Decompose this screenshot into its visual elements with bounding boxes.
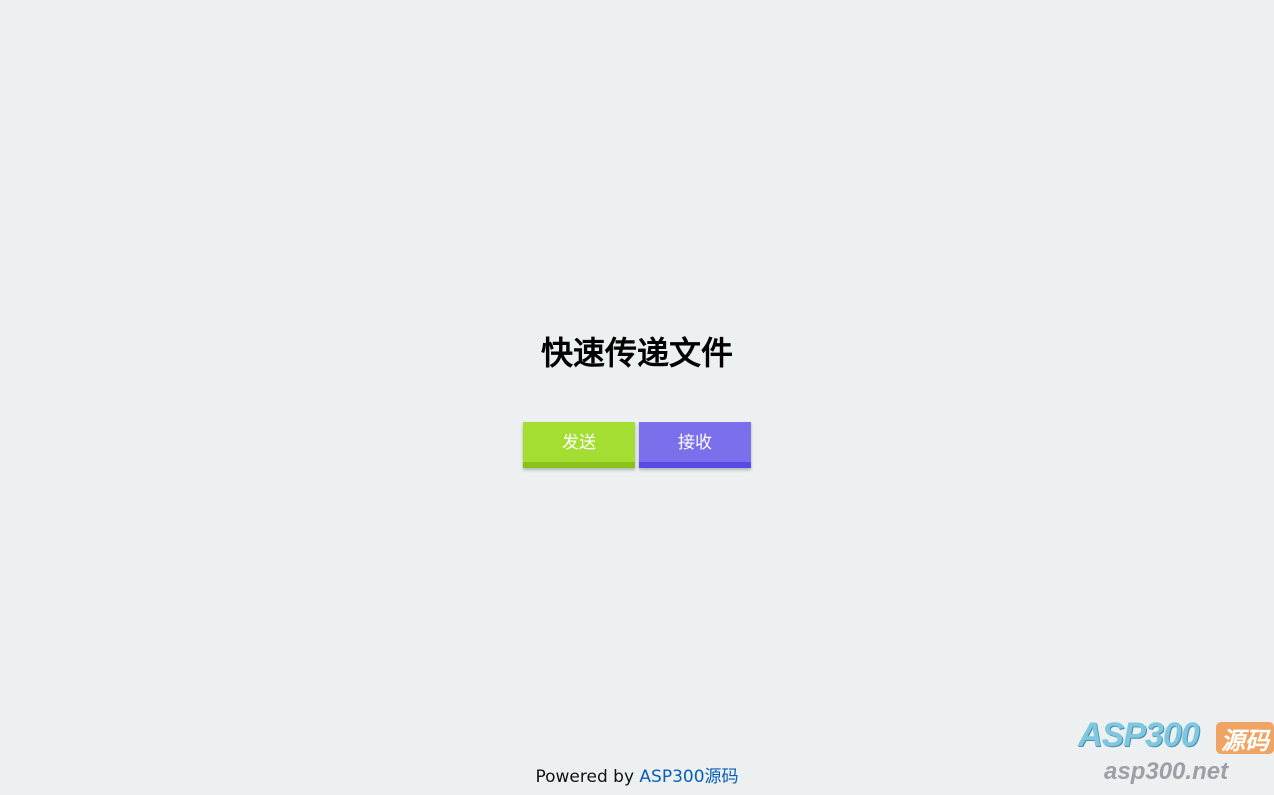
footer-link[interactable]: ASP300源码 — [639, 767, 738, 787]
page: 快速传递文件 发送 接收 Powered by ASP300源码 ASP300 … — [0, 0, 1274, 795]
watermark-brand: ASP300 — [1078, 716, 1200, 754]
page-title: 快速传递文件 — [540, 334, 733, 372]
action-buttons: 发送 接收 — [523, 422, 751, 468]
send-button[interactable]: 发送 — [523, 422, 635, 468]
footer-prefix: Powered by — [535, 767, 640, 787]
watermark-logo: ASP300 源码 asp300.net — [1078, 716, 1274, 790]
watermark-url: asp300.net — [1104, 758, 1229, 785]
receive-button[interactable]: 接收 — [639, 422, 751, 468]
watermark-badge: 源码 — [1216, 722, 1274, 755]
